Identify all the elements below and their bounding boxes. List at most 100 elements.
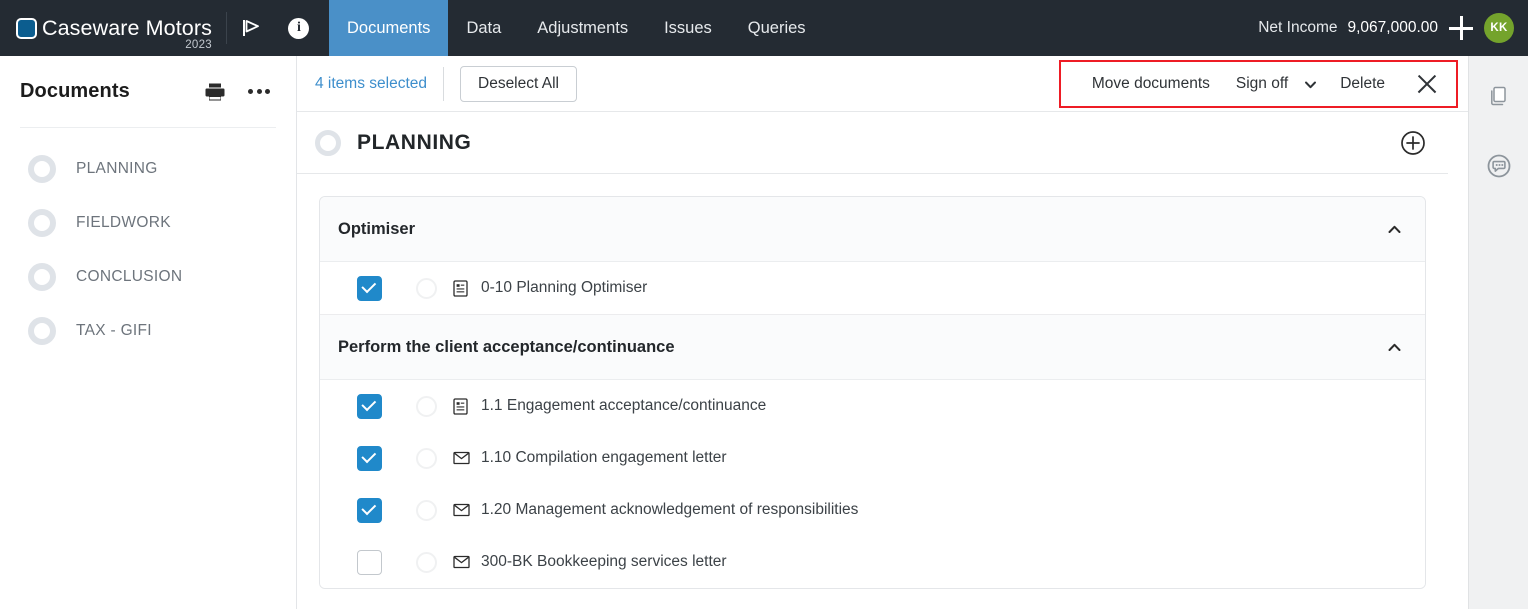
add-button[interactable] xyxy=(1444,11,1478,45)
signoff-ring-icon xyxy=(28,263,56,291)
section-header-client-acceptance[interactable]: Perform the client acceptance/continuanc… xyxy=(320,315,1425,380)
table-row[interactable]: 1.1 Engagement acceptance/continuance xyxy=(320,380,1425,432)
sidebar-header-actions xyxy=(204,82,276,102)
more-options-button[interactable] xyxy=(248,89,270,94)
info-icon: i xyxy=(288,17,310,39)
fiscal-year-label: 2023 xyxy=(185,39,212,51)
signoff-ring-icon xyxy=(28,317,56,345)
letter-document-icon xyxy=(453,555,471,569)
document-label: 0-10 Planning Optimiser xyxy=(481,279,648,296)
section-title: Perform the client acceptance/continuanc… xyxy=(338,337,675,356)
chat-assistant-icon xyxy=(1487,154,1510,178)
sign-off-dropdown-button[interactable] xyxy=(1303,77,1317,91)
documents-card: Optimiser 0-10 Planning Optimiser Perfor… xyxy=(319,196,1426,589)
tab-adjustments[interactable]: Adjustments xyxy=(519,0,646,56)
row-signoff-ring-icon[interactable] xyxy=(416,277,437,299)
row-checkbox[interactable] xyxy=(357,497,382,523)
chevron-up-icon xyxy=(1388,225,1401,233)
phase-signoff-ring-icon[interactable] xyxy=(315,129,341,156)
top-bar-right-group: Net Income 9,067,000.00 KK xyxy=(1258,0,1528,56)
bulk-actions-group: Move documents Sign off Delete xyxy=(1058,60,1458,108)
signoff-ring-icon xyxy=(28,209,56,237)
printer-icon xyxy=(205,83,225,100)
net-income-label: Net Income xyxy=(1258,19,1338,36)
sidebar-phase-list: PLANNING FIELDWORK CONCLUSION TAX - GIFI xyxy=(20,128,276,358)
form-document-icon xyxy=(453,397,471,415)
selection-action-bar: 4 items selected Deselect All Move docum… xyxy=(297,56,1468,112)
tab-data[interactable]: Data xyxy=(448,0,519,56)
sidebar-item-planning[interactable]: PLANNING xyxy=(20,142,276,196)
delete-button[interactable]: Delete xyxy=(1327,75,1398,93)
row-checkbox[interactable] xyxy=(357,549,382,575)
tab-queries[interactable]: Queries xyxy=(730,0,824,56)
sidebar-item-tax-gifi[interactable]: TAX - GIFI xyxy=(20,304,276,358)
documents-scroll-area[interactable]: Optimiser 0-10 Planning Optimiser Perfor… xyxy=(297,174,1468,609)
section-title: Optimiser xyxy=(338,219,416,238)
copy-documents-button[interactable] xyxy=(1483,80,1515,112)
document-label: 1.10 Compilation engagement letter xyxy=(481,449,727,466)
chat-assistant-button[interactable] xyxy=(1483,150,1515,182)
document-label: 1.1 Engagement acceptance/continuance xyxy=(481,397,767,414)
table-row[interactable]: 1.10 Compilation engagement letter xyxy=(320,432,1425,484)
tab-documents[interactable]: Documents xyxy=(328,0,449,56)
more-options-icon xyxy=(248,89,270,94)
section-rows-optimiser: 0-10 Planning Optimiser xyxy=(320,262,1425,314)
letter-document-icon xyxy=(453,451,470,465)
brand-block: Caseware Motors 2023 xyxy=(0,0,226,56)
main-tabs: Documents Data Adjustments Issues Querie… xyxy=(328,0,824,56)
form-document-icon xyxy=(453,279,471,297)
table-row[interactable]: 300-BK Bookkeeping services letter xyxy=(320,536,1425,588)
flag-icon-button[interactable] xyxy=(227,0,275,56)
action-bar-divider xyxy=(443,66,444,101)
sidebar-item-label: FIELDWORK xyxy=(76,214,171,231)
tab-issues[interactable]: Issues xyxy=(646,0,730,56)
right-rail xyxy=(1468,56,1528,609)
selected-count-label[interactable]: 4 items selected xyxy=(315,75,427,93)
app-body: Documents PLANNING FIELDWORK CONCLUSION … xyxy=(0,56,1528,609)
sidebar-item-conclusion[interactable]: CONCLUSION xyxy=(20,250,276,304)
row-checkbox[interactable] xyxy=(357,445,382,471)
sidebar-item-fieldwork[interactable]: FIELDWORK xyxy=(20,196,276,250)
print-button[interactable] xyxy=(204,82,226,102)
chevron-down-icon xyxy=(1305,81,1317,89)
letter-document-icon xyxy=(453,503,470,517)
row-signoff-ring-icon[interactable] xyxy=(416,447,437,469)
table-row[interactable]: 1.20 Management acknowledgement of respo… xyxy=(320,484,1425,536)
row-signoff-ring-icon[interactable] xyxy=(416,499,437,521)
user-avatar[interactable]: KK xyxy=(1484,13,1514,43)
row-checkbox[interactable] xyxy=(357,393,382,419)
caseware-logo-icon xyxy=(16,17,37,39)
letter-document-icon xyxy=(453,503,471,517)
letter-document-icon xyxy=(453,451,471,465)
signoff-ring-icon xyxy=(28,155,56,183)
copy-documents-icon xyxy=(1490,86,1506,106)
move-documents-button[interactable]: Move documents xyxy=(1079,75,1223,93)
sidebar-item-label: TAX - GIFI xyxy=(76,322,152,339)
sign-off-button[interactable]: Sign off xyxy=(1223,75,1301,93)
flag-icon xyxy=(242,20,259,36)
add-document-button[interactable] xyxy=(1400,130,1426,156)
row-signoff-ring-icon[interactable] xyxy=(416,551,437,573)
plus-circle-icon xyxy=(1401,130,1425,155)
top-navigation-bar: Caseware Motors 2023 i Documents Data Ad… xyxy=(0,0,1528,56)
sidebar: Documents PLANNING FIELDWORK CONCLUSION … xyxy=(0,56,297,609)
section-rows-client-acceptance: 1.1 Engagement acceptance/continuance 1.… xyxy=(320,380,1425,588)
sidebar-item-label: CONCLUSION xyxy=(76,268,183,285)
sidebar-item-label: PLANNING xyxy=(76,160,158,177)
sidebar-header: Documents xyxy=(20,56,276,128)
section-header-optimiser[interactable]: Optimiser xyxy=(320,197,1425,262)
form-document-icon xyxy=(453,279,468,297)
row-checkbox[interactable] xyxy=(357,275,382,301)
deselect-all-button[interactable]: Deselect All xyxy=(460,65,577,102)
row-signoff-ring-icon[interactable] xyxy=(416,395,437,417)
table-row[interactable]: 0-10 Planning Optimiser xyxy=(320,262,1425,314)
section-collapse-button[interactable] xyxy=(1386,221,1403,238)
close-selection-button[interactable] xyxy=(1412,69,1442,99)
document-label: 300-BK Bookkeeping services letter xyxy=(481,553,727,570)
section-collapse-button[interactable] xyxy=(1386,339,1403,356)
entity-name: Caseware Motors xyxy=(42,15,212,40)
info-icon-button[interactable]: i xyxy=(275,0,323,56)
app-root: Caseware Motors 2023 i Documents Data Ad… xyxy=(0,0,1528,609)
net-income-value: 9,067,000.00 xyxy=(1347,19,1438,36)
document-label: 1.20 Management acknowledgement of respo… xyxy=(481,501,859,518)
